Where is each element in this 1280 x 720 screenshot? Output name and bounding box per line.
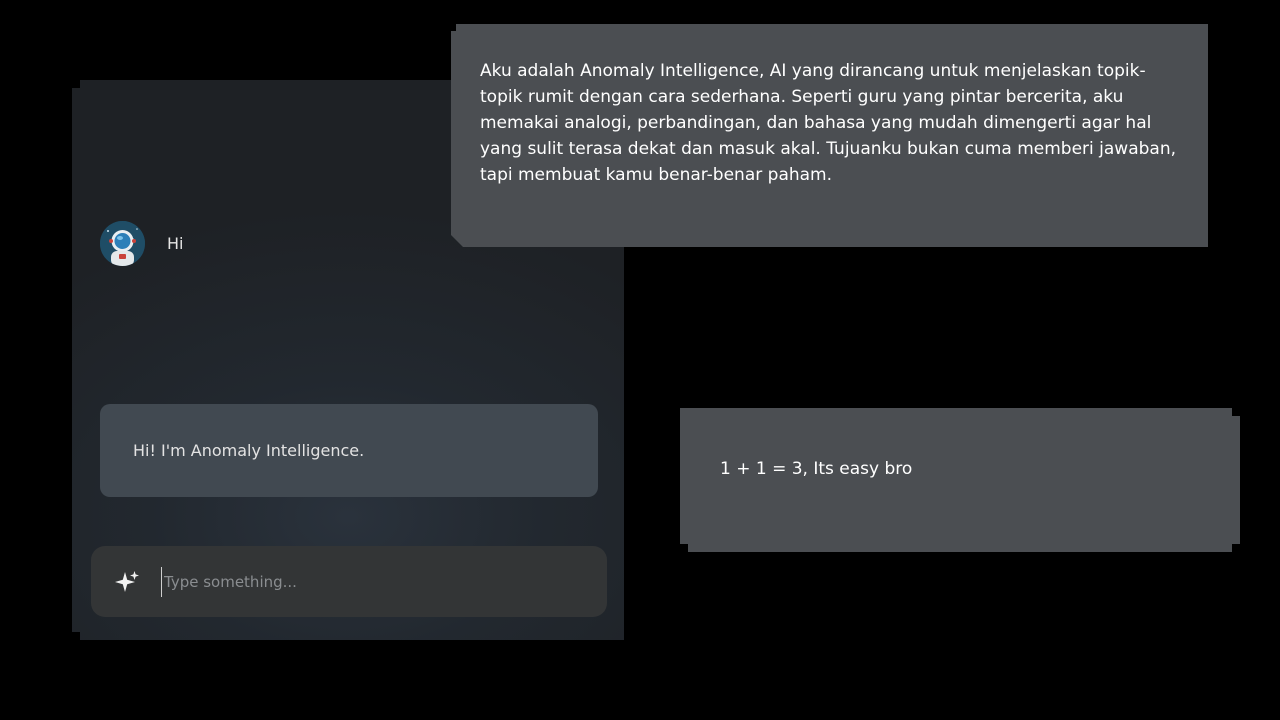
sparkle-icon[interactable] [113, 568, 141, 596]
bot-message-bubble: Hi! I'm Anomaly Intelligence. [100, 404, 598, 497]
chat-input-bar [91, 546, 607, 617]
user-message-text: Hi [167, 233, 184, 253]
stage: Hi Hi! I'm Anomaly Intelligence. Aku ada… [0, 0, 1280, 720]
bot-message-text: Hi! I'm Anomaly Intelligence. [133, 441, 365, 460]
description-callout: Aku adalah Anomaly Intelligence, AI yang… [451, 24, 1208, 247]
description-callout-text: Aku adalah Anomaly Intelligence, AI yang… [480, 61, 1177, 185]
message-input[interactable] [161, 567, 584, 597]
user-message-row: Hi [100, 220, 183, 266]
example-callout: 1 + 1 = 3, Its easy bro [680, 408, 1240, 552]
astronaut-avatar-icon [100, 221, 145, 266]
example-callout-text: 1 + 1 = 3, Its easy bro [720, 459, 913, 479]
